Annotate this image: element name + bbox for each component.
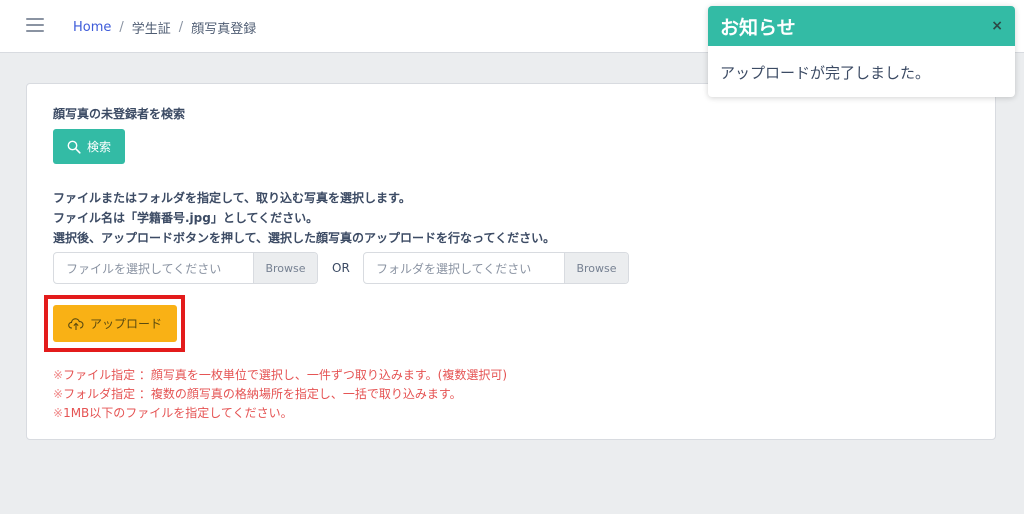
note-line: ※ファイル指定 ：顔写真を一枚単位で選択し、一件ずつ取り込みます。(複数選択可) <box>53 368 508 382</box>
notes: ※ファイル指定 ：顔写真を一枚単位で選択し、一件ずつ取り込みます。(複数選択可)… <box>53 366 507 423</box>
file-select-input[interactable]: ファイルを選択してください <box>54 253 253 283</box>
instruction-line: ファイルまたはフォルダを指定して、取り込む写真を選択します。 <box>53 191 411 205</box>
cloud-upload-icon <box>68 317 84 330</box>
instruction-line: ファイル名は「学籍番号.jpg」としてください。 <box>53 211 319 225</box>
folder-select-input[interactable]: フォルダを選択してください <box>364 253 564 283</box>
photo-registration-card: 顔写真の未登録者を検索 検索 ファイルまたはフォルダを指定して、取り込む写真を選… <box>26 83 996 440</box>
search-section-title: 顔写真の未登録者を検索 <box>53 107 186 121</box>
toast-title: お知らせ <box>720 16 796 39</box>
breadcrumb-separator: / <box>178 20 184 35</box>
breadcrumb: Home / 学生証 / 顔写真登録 <box>73 18 256 37</box>
search-button[interactable]: 検索 <box>53 129 125 164</box>
search-button-label: 検索 <box>86 140 111 154</box>
instruction-line: 選択後、アップロードボタンを押して、選択した顔写真のアップロードを行なってくださ… <box>53 231 556 245</box>
note-line: ※フォルダ指定 ：複数の顔写真の格納場所を指定し、一括で取り込みます。 <box>53 387 462 401</box>
breadcrumb-home-link[interactable]: Home <box>73 20 111 35</box>
breadcrumb-separator: / <box>119 20 124 35</box>
breadcrumb-item-photo-registration: 顔写真登録 <box>191 22 257 37</box>
folder-browse-button[interactable]: Browse <box>564 253 628 283</box>
folder-select-field[interactable]: フォルダを選択してください Browse <box>363 252 629 284</box>
search-icon <box>67 140 81 154</box>
upload-button-label: アップロード <box>89 317 162 331</box>
notification-toast: お知らせ × アップロードが完了しました。 <box>708 6 1015 97</box>
breadcrumb-item-student-id[interactable]: 学生証 <box>132 18 171 37</box>
close-icon[interactable]: × <box>991 18 1003 34</box>
note-line: ※1MB以下のファイルを指定してください。 <box>53 406 293 420</box>
file-select-field[interactable]: ファイルを選択してください Browse <box>53 252 318 284</box>
hamburger-icon[interactable] <box>26 17 44 33</box>
instructions: ファイルまたはフォルダを指定して、取り込む写真を選択します。 ファイル名は「学籍… <box>53 188 555 248</box>
file-browse-button[interactable]: Browse <box>253 253 317 283</box>
toast-message: アップロードが完了しました。 <box>720 64 931 82</box>
toast-header: お知らせ × <box>708 6 1015 46</box>
upload-button[interactable]: アップロード <box>53 305 177 342</box>
or-label: OR <box>332 261 350 275</box>
